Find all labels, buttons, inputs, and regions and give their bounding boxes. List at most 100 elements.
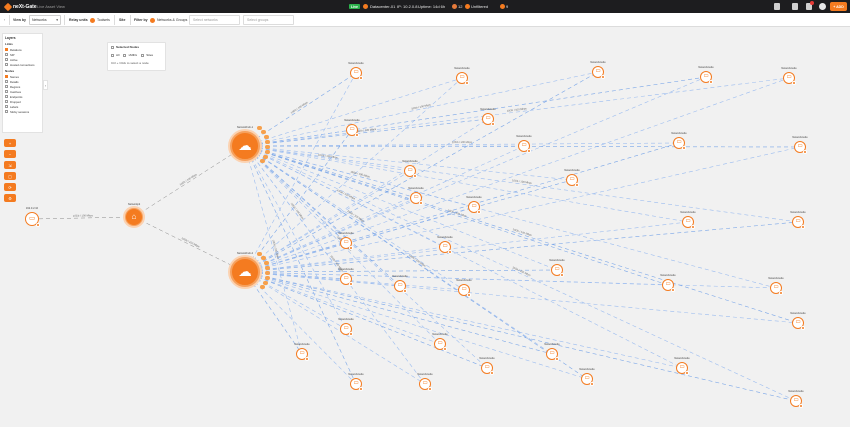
- layer-node-checkbox[interactable]: [5, 100, 8, 103]
- node-label: Networknode: [348, 62, 364, 65]
- layer-node-row[interactable]: Sticky sessions: [5, 109, 40, 114]
- view-by-value: Networks: [32, 18, 47, 22]
- node-label: Networknode: [516, 135, 532, 138]
- graph-edge[interactable]: [244, 145, 683, 369]
- host-name[interactable]: Datacenter-01: [370, 0, 395, 13]
- alert-icon: [452, 4, 457, 9]
- node-label: Networknode: [480, 108, 496, 111]
- layer-node-checkbox[interactable]: [5, 85, 8, 88]
- graph-edge[interactable]: [244, 221, 689, 273]
- layer-node-checkbox[interactable]: [5, 80, 8, 83]
- graph-edge[interactable]: [244, 145, 465, 291]
- graph-edge[interactable]: [244, 271, 777, 289]
- networks-search-input[interactable]: Select networks: [189, 15, 240, 25]
- grid-icon[interactable]: [774, 3, 780, 10]
- node-label: Networknode: [338, 318, 354, 321]
- network-graph-canvas[interactable]: 10Gb / 100 Mbps 10Gb / 100 Mbps 10Gb / 100…: [0, 27, 850, 427]
- add-button[interactable]: + ADD: [830, 2, 847, 11]
- layer-node-checkbox[interactable]: [5, 75, 8, 78]
- link-count-badge[interactable]: [264, 149, 270, 154]
- server-icon: ▭: [29, 214, 35, 222]
- option-middle[interactable]: xMIDx: [123, 53, 137, 57]
- back-chevron-icon[interactable]: ‹: [4, 15, 5, 25]
- settings-icon[interactable]: ⚙: [4, 194, 16, 202]
- view-by-select[interactable]: Networks ▾: [29, 15, 61, 25]
- graph-edge[interactable]: [244, 271, 347, 330]
- option-sites[interactable]: Sites: [141, 53, 153, 57]
- node-label: Networknode: [408, 187, 424, 190]
- node-status-badge: [428, 387, 432, 391]
- node-status-badge: [305, 357, 309, 361]
- graph-edge[interactable]: [244, 269, 558, 273]
- option-sites-checkbox: [141, 53, 145, 57]
- graph-edge[interactable]: [244, 170, 411, 273]
- server-icon: ▭: [461, 286, 467, 293]
- graph-edge[interactable]: [244, 76, 707, 147]
- link-count-badge[interactable]: [259, 285, 265, 290]
- layer-node-checkbox[interactable]: [5, 110, 8, 113]
- layer-node-label: Regions: [10, 84, 21, 89]
- alert-count[interactable]: 12: [458, 0, 462, 13]
- layers-panel: Layers Links Relations SIP Active Hosted co…: [2, 33, 43, 133]
- refresh-icon[interactable]: ⟳: [4, 183, 16, 191]
- graph-edge[interactable]: [244, 145, 411, 172]
- settings-gear-icon[interactable]: [819, 3, 826, 10]
- document-icon[interactable]: [792, 3, 798, 10]
- link-count-badge[interactable]: [265, 139, 271, 144]
- graph-edge[interactable]: [244, 76, 707, 273]
- logo-icon: [3, 2, 13, 11]
- filter-by-toggle[interactable]: [150, 17, 155, 23]
- link-count-badge[interactable]: [260, 256, 266, 261]
- server-icon: ▭: [773, 284, 779, 291]
- node-label: Networknode: [579, 368, 595, 371]
- filter-tag[interactable]: Unfiltered: [471, 0, 488, 13]
- node-status-badge: [413, 174, 417, 178]
- item-count: 9: [506, 4, 509, 9]
- site-label[interactable]: Site: [119, 15, 125, 25]
- layer-link-row[interactable]: Hosted connections: [5, 62, 40, 67]
- link-count-badge[interactable]: [263, 134, 269, 139]
- graph-edge[interactable]: [244, 77, 790, 273]
- graph-edge[interactable]: [244, 271, 799, 324]
- layer-link-checkbox[interactable]: [5, 48, 8, 51]
- graph-edges: 10Gb / 100 Mbps 10Gb / 100 Mbps 10Gb / 100…: [31, 71, 801, 402]
- link-count-badge[interactable]: [260, 130, 266, 135]
- groups-search-input[interactable]: Select groups: [243, 15, 294, 25]
- link-count-badge[interactable]: [265, 265, 271, 270]
- link-count-badge[interactable]: [259, 159, 265, 164]
- graph-edge[interactable]: [244, 271, 465, 291]
- layer-node-checkbox[interactable]: [5, 95, 8, 98]
- graph-edge[interactable]: [244, 145, 426, 385]
- collapse-panel-button[interactable]: ‹: [43, 80, 48, 90]
- select-all-checkbox[interactable]: [111, 45, 114, 49]
- server-icon: ▭: [665, 281, 671, 288]
- graph-edge[interactable]: [244, 146, 801, 273]
- graph-edge[interactable]: [244, 145, 689, 223]
- graph-edge[interactable]: [244, 145, 777, 289]
- frame-icon[interactable]: ▢: [4, 172, 16, 180]
- graph-edge[interactable]: [244, 145, 347, 330]
- graph-edge[interactable]: [133, 216, 246, 273]
- zoom-in-icon[interactable]: +: [4, 139, 16, 147]
- zoom-out-icon[interactable]: −: [4, 150, 16, 158]
- graph-edge[interactable]: [244, 197, 417, 273]
- layer-node-checkbox[interactable]: [5, 105, 8, 108]
- graph-edge[interactable]: [133, 145, 246, 218]
- layer-node-checkbox[interactable]: [5, 90, 8, 93]
- option-all[interactable]: All: [111, 53, 119, 57]
- node-label: Networknode: [792, 136, 808, 139]
- node-label: Networknode: [674, 357, 690, 360]
- graph-edge[interactable]: [244, 221, 799, 273]
- relay-toggle[interactable]: [90, 17, 95, 23]
- layer-link-checkbox[interactable]: [5, 53, 8, 56]
- graph-edge[interactable]: [244, 72, 357, 147]
- link-count-badge[interactable]: [263, 260, 269, 265]
- server-icon: ▭: [793, 397, 799, 404]
- fit-view-icon[interactable]: ⇲: [4, 161, 16, 169]
- graph-edge[interactable]: [244, 145, 797, 402]
- link-count-badge[interactable]: [264, 275, 270, 280]
- layer-link-checkbox[interactable]: [5, 63, 8, 66]
- graph-edge[interactable]: [244, 271, 797, 402]
- layer-link-checkbox[interactable]: [5, 58, 8, 61]
- host-ip: IP: 10.2.0.8: [397, 4, 418, 9]
